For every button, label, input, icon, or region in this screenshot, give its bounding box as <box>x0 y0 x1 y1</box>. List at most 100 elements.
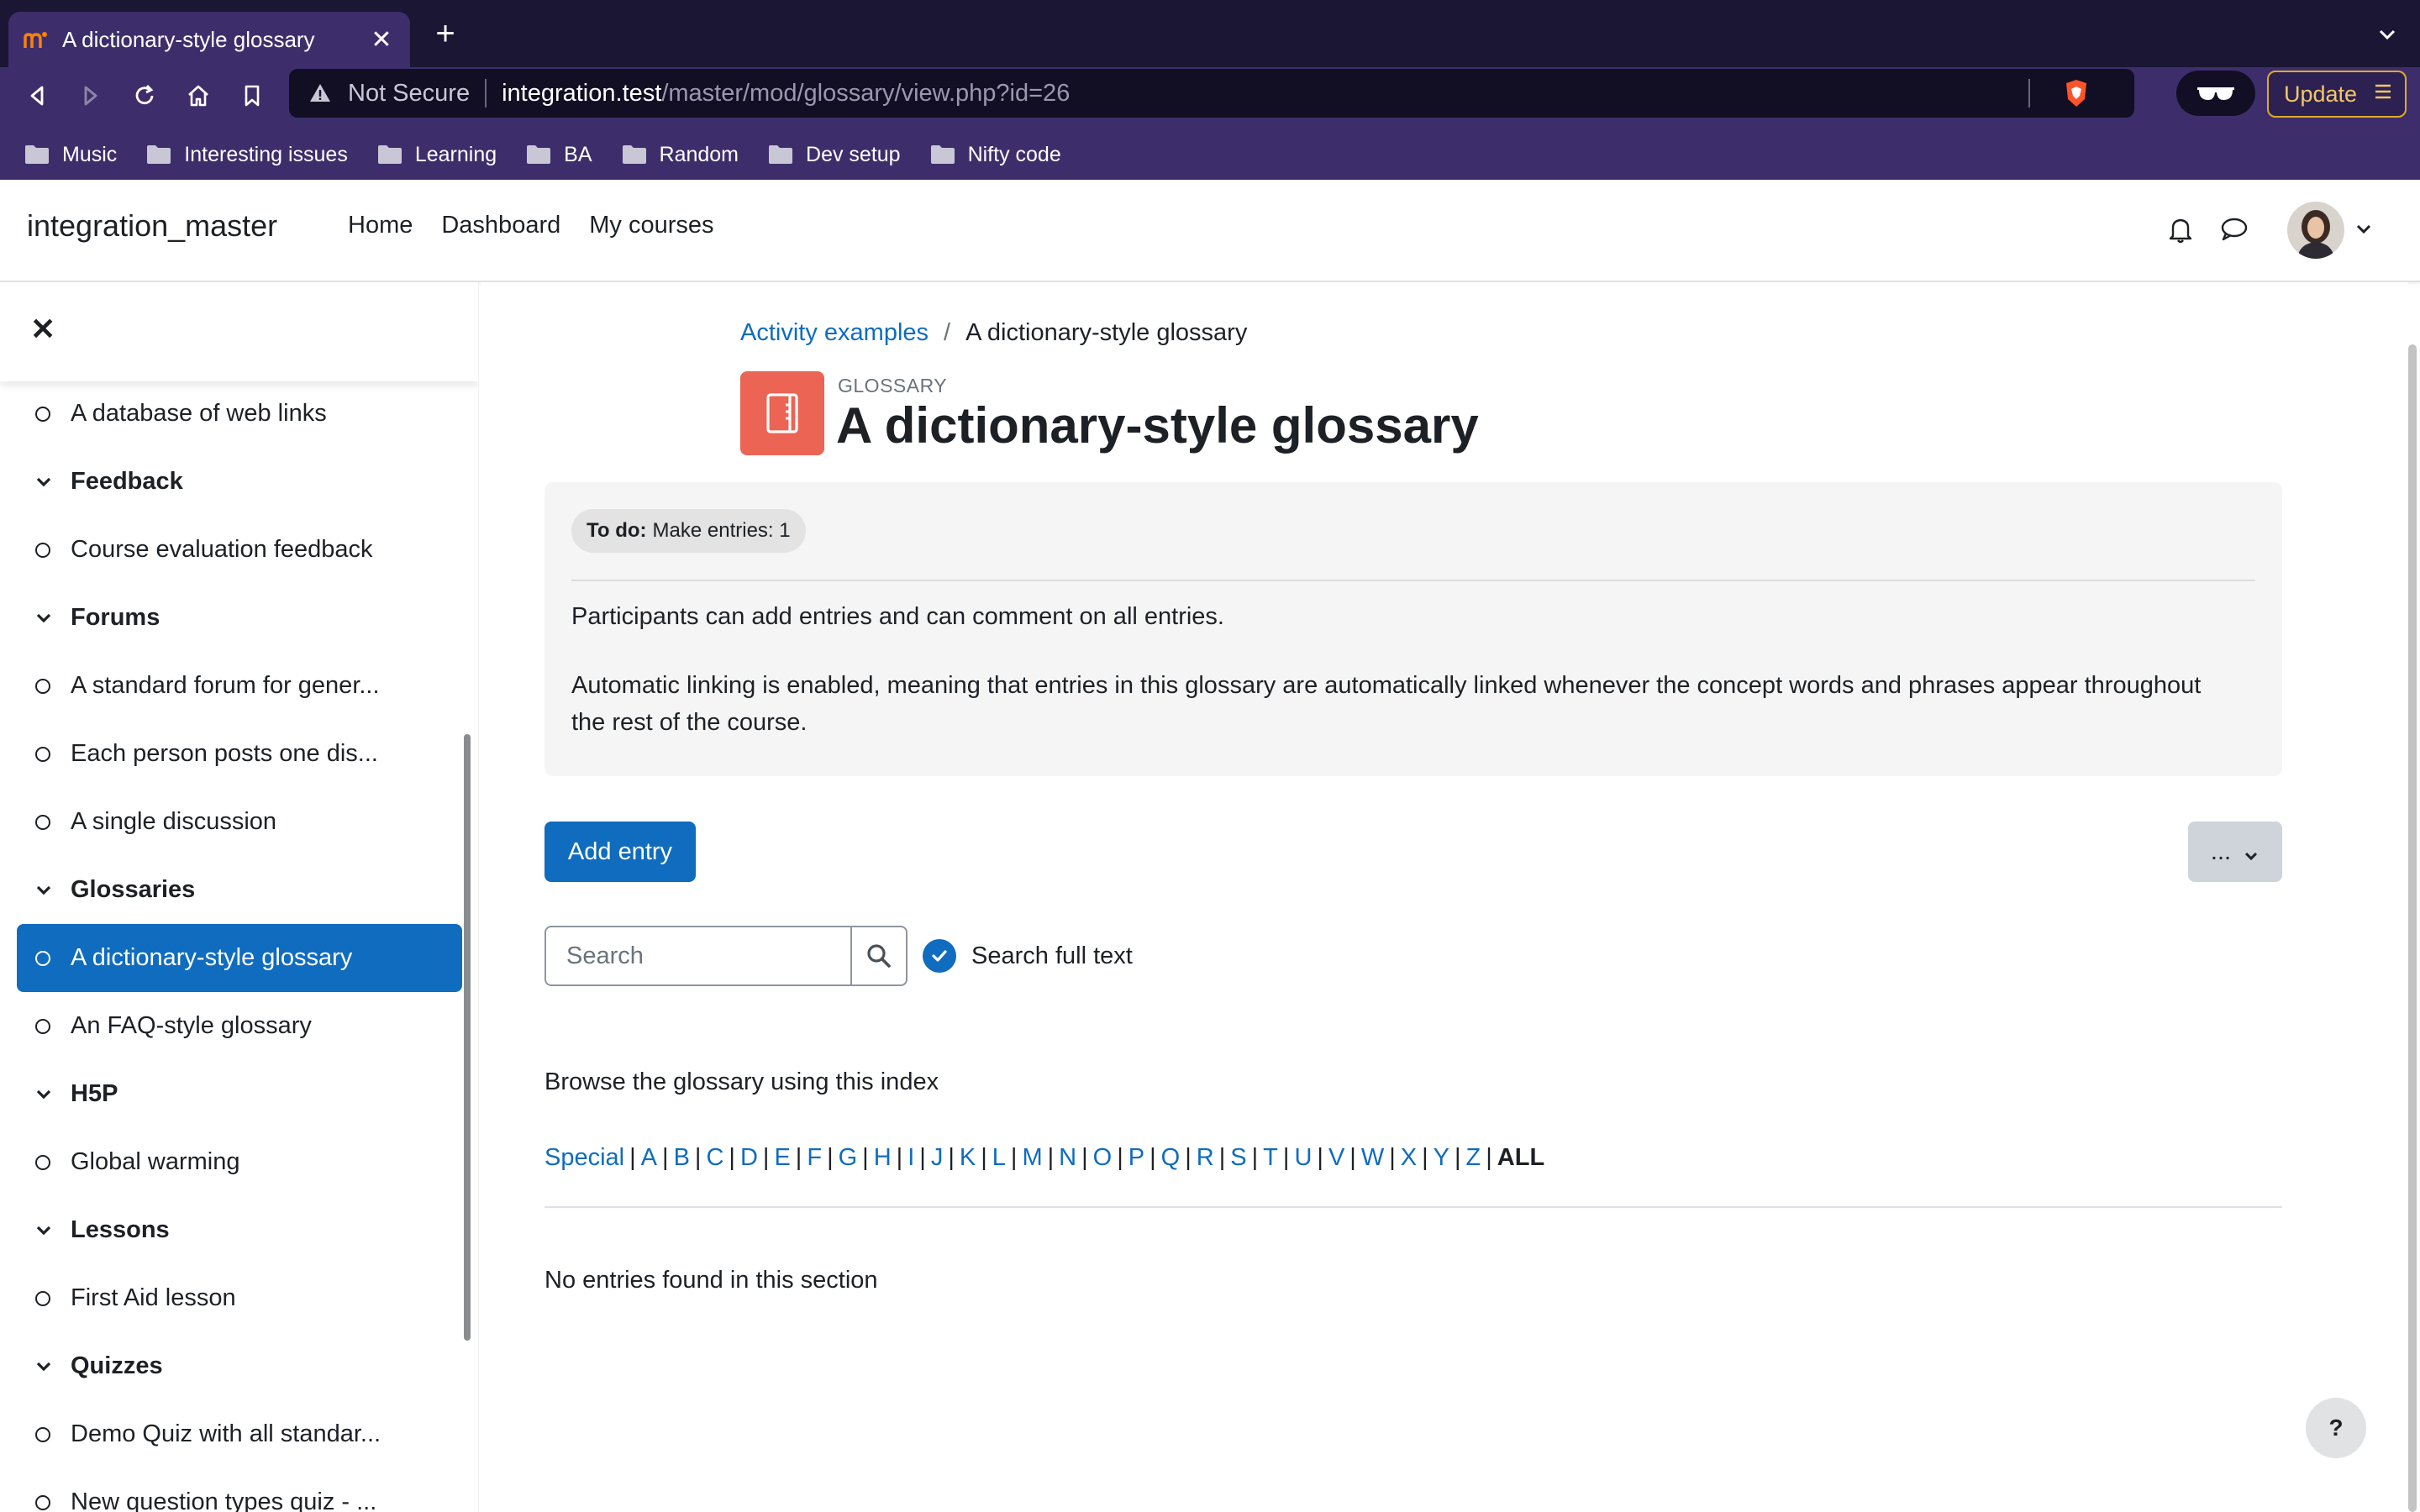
course-activity-item[interactable]: A dictionary-style glossary <box>17 924 462 992</box>
chevron-down-icon[interactable] <box>34 1084 54 1104</box>
bookmark-item[interactable]: Dev setup <box>767 143 901 167</box>
alphabet-letter-link[interactable]: F <box>807 1144 822 1172</box>
alphabet-letter-link[interactable]: T <box>1263 1144 1278 1172</box>
reload-icon[interactable] <box>126 77 163 114</box>
user-avatar[interactable] <box>2287 202 2344 259</box>
alphabet-letter-link[interactable]: A <box>641 1144 657 1172</box>
alphabet-letter-link[interactable]: G <box>839 1144 858 1172</box>
course-section-item[interactable]: H5P <box>0 1060 478 1128</box>
drawer-item-label: Feedback <box>71 468 183 495</box>
search-full-text-checkbox[interactable] <box>923 939 956 973</box>
alphabet-separator: | <box>1422 1144 1428 1171</box>
back-icon[interactable] <box>18 77 55 114</box>
nav-home[interactable]: Home <box>348 212 413 239</box>
alphabet-index: Special | A | B | C | D | E | F | G | H | I | J | K | L | M | N | O | P |… <box>544 1144 1544 1172</box>
nav-dashboard[interactable]: Dashboard <box>441 212 560 239</box>
chevron-down-icon[interactable] <box>34 471 54 491</box>
new-tab-icon[interactable]: + <box>429 17 462 50</box>
site-header: integration_master Home Dashboard My cou… <box>0 180 2420 282</box>
alphabet-letter-link[interactable]: Special <box>544 1144 624 1172</box>
alphabet-letter-link[interactable]: K <box>960 1144 976 1172</box>
course-activity-item[interactable]: Course evaluation feedback <box>0 516 478 584</box>
update-button[interactable]: Update <box>2267 71 2407 118</box>
bookmark-item[interactable]: Nifty code <box>929 143 1061 167</box>
alphabet-letter-link[interactable]: O <box>1093 1144 1113 1172</box>
browser-tab-active[interactable]: A dictionary-style glossary ✕ <box>8 12 410 67</box>
chevron-down-icon[interactable] <box>34 1220 54 1240</box>
bookmark-icon[interactable] <box>234 77 271 114</box>
chevron-down-icon[interactable] <box>34 879 54 900</box>
close-drawer-icon[interactable]: ✕ <box>30 314 57 344</box>
brave-shields-icon[interactable] <box>2060 77 2092 109</box>
search-input[interactable] <box>544 926 850 986</box>
bookmark-item[interactable]: Music <box>24 143 117 167</box>
breadcrumb-activity-examples[interactable]: Activity examples <box>740 319 929 347</box>
alphabet-separator: | <box>662 1144 669 1171</box>
forward-icon[interactable] <box>72 77 109 114</box>
course-section-item[interactable]: Quizzes <box>0 1332 478 1400</box>
chevron-down-icon[interactable] <box>34 607 54 627</box>
close-tab-icon[interactable]: ✕ <box>368 25 395 55</box>
alphabet-letter-link[interactable]: R <box>1197 1144 1214 1172</box>
tab-list-chevron-icon[interactable] <box>2375 22 2400 47</box>
more-actions-button[interactable]: ... <box>2188 822 2282 882</box>
bookmark-item[interactable]: Random <box>621 143 739 167</box>
alphabet-letter-link[interactable]: U <box>1294 1144 1312 1172</box>
alphabet-letter-link[interactable]: B <box>674 1144 690 1172</box>
reader-mode-glasses-icon[interactable] <box>2176 71 2255 116</box>
chevron-down-icon[interactable] <box>34 1356 54 1376</box>
notifications-bell-icon[interactable] <box>2165 213 2196 245</box>
alphabet-letter-link[interactable]: D <box>740 1144 758 1172</box>
course-activity-item[interactable]: Demo Quiz with all standar... <box>0 1400 478 1468</box>
user-menu-chevron-icon[interactable] <box>2353 218 2375 240</box>
alphabet-letter-link[interactable]: H <box>874 1144 892 1172</box>
alphabet-letter-link[interactable]: E <box>774 1144 790 1172</box>
course-section-item[interactable]: Feedback <box>0 448 478 516</box>
messages-icon[interactable] <box>2218 213 2250 245</box>
course-activity-item[interactable]: An FAQ-style glossary <box>0 992 478 1060</box>
bookmark-item[interactable]: BA <box>525 143 592 167</box>
url-path[interactable]: /master/mod/glossary/view.php?id=26 <box>661 80 1070 108</box>
warning-icon[interactable] <box>308 81 333 106</box>
alphabet-letter-link[interactable]: C <box>706 1144 723 1172</box>
course-activity-item[interactable]: A standard forum for gener... <box>0 652 478 720</box>
alphabet-letter-link[interactable]: Q <box>1161 1144 1181 1172</box>
address-bar[interactable]: Not Secure integration.test /master/mod/… <box>289 69 2134 118</box>
course-activity-item[interactable]: Each person posts one dis... <box>0 720 478 788</box>
url-host[interactable]: integration.test <box>502 80 661 108</box>
alphabet-letter-link[interactable]: M <box>1022 1144 1042 1172</box>
course-activity-item[interactable]: New question types quiz - ... <box>0 1468 478 1512</box>
course-activity-item[interactable]: A single discussion <box>0 788 478 856</box>
nav-my-courses[interactable]: My courses <box>589 212 713 239</box>
alphabet-letter-link[interactable]: Y <box>1434 1144 1449 1172</box>
drawer-scrollbar[interactable] <box>464 734 471 1341</box>
search-button[interactable] <box>850 926 908 986</box>
search-full-text-label[interactable]: Search full text <box>971 942 1133 970</box>
bookmark-item[interactable]: Learning <box>376 143 497 167</box>
course-activity-item[interactable]: A database of web links <box>0 380 478 448</box>
alphabet-letter-link[interactable]: S <box>1230 1144 1246 1172</box>
course-section-item[interactable]: Lessons <box>0 1196 478 1264</box>
course-activity-item[interactable]: First Aid lesson <box>0 1264 478 1332</box>
alphabet-letter-link[interactable]: N <box>1059 1144 1076 1172</box>
alphabet-letter-link[interactable]: I <box>908 1144 914 1172</box>
course-section-item[interactable]: Glossaries <box>0 856 478 924</box>
course-activity-item[interactable]: Global warming <box>0 1128 478 1196</box>
alphabet-letter-link[interactable]: Z <box>1466 1144 1481 1172</box>
help-button[interactable]: ? <box>2306 1398 2366 1458</box>
page-scrollbar[interactable] <box>2408 344 2417 1512</box>
alphabet-letter-link[interactable]: L <box>992 1144 1006 1172</box>
bookmark-item[interactable]: Interesting issues <box>145 143 348 167</box>
alphabet-letter-link[interactable]: J <box>931 1144 944 1172</box>
site-name[interactable]: integration_master <box>27 208 277 244</box>
alphabet-letter-link[interactable]: V <box>1328 1144 1344 1172</box>
home-icon[interactable] <box>180 77 217 114</box>
alphabet-letter-link[interactable]: X <box>1401 1144 1417 1172</box>
alphabet-separator: | <box>1150 1144 1156 1171</box>
add-entry-button[interactable]: Add entry <box>544 822 696 882</box>
not-secure-label[interactable]: Not Secure <box>348 80 470 108</box>
alphabet-letter-link[interactable]: W <box>1361 1144 1384 1172</box>
alphabet-letter-link[interactable]: P <box>1128 1144 1144 1172</box>
drawer-header: ✕ <box>0 282 478 381</box>
course-section-item[interactable]: Forums <box>0 584 478 652</box>
